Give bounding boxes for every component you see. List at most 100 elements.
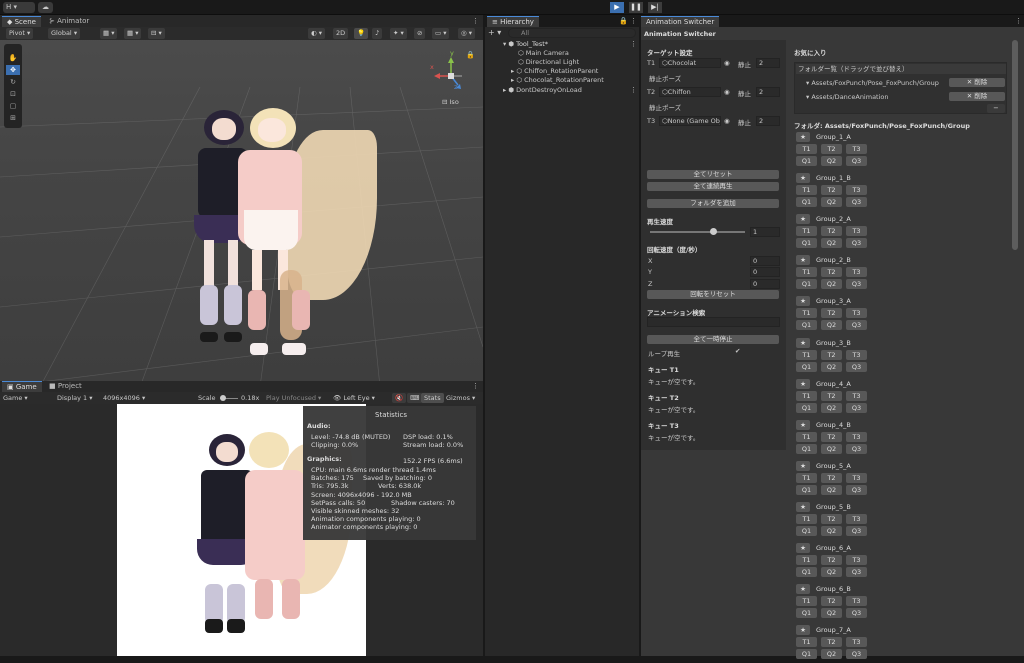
cloud-icon[interactable]: ☁: [38, 2, 53, 13]
pause-button[interactable]: ❚❚: [629, 2, 643, 13]
group-target-button[interactable]: T1: [796, 308, 817, 318]
ruler-button[interactable]: ⊟ ▾: [148, 28, 165, 39]
audio-icon[interactable]: ♪: [372, 28, 383, 39]
favorite-star-button[interactable]: ★: [796, 338, 810, 348]
animation-search-input[interactable]: [647, 317, 780, 327]
group-queue-button[interactable]: Q1: [796, 362, 817, 372]
favorite-star-button[interactable]: ★: [796, 296, 810, 306]
gizmos-dropdown[interactable]: Gizmos ▾: [446, 394, 475, 402]
group-target-button[interactable]: T2: [821, 555, 842, 565]
group-queue-button[interactable]: Q2: [821, 279, 842, 289]
t2-number-field[interactable]: 2: [756, 87, 780, 97]
group-queue-button[interactable]: Q3: [846, 444, 867, 454]
group-target-button[interactable]: T2: [821, 226, 842, 236]
camera-settings-icon[interactable]: ▭ ▾: [432, 28, 450, 39]
tab-project[interactable]: ■ Project: [44, 381, 87, 392]
group-queue-button[interactable]: Q3: [846, 608, 867, 618]
pivot-dropdown[interactable]: Pivot ▾: [6, 28, 34, 39]
group-queue-button[interactable]: Q2: [821, 649, 842, 659]
group-queue-button[interactable]: Q2: [821, 485, 842, 495]
group-target-button[interactable]: T2: [821, 144, 842, 154]
global-dropdown[interactable]: Global ▾: [48, 28, 81, 39]
group-target-button[interactable]: T3: [846, 185, 867, 195]
transform-tool-icon[interactable]: ⊞: [6, 113, 20, 123]
group-target-button[interactable]: T3: [846, 555, 867, 565]
group-queue-button[interactable]: Q2: [821, 403, 842, 413]
group-queue-button[interactable]: Q3: [846, 320, 867, 330]
scale-tool-icon[interactable]: ⊡: [6, 89, 20, 99]
group-queue-button[interactable]: Q1: [796, 156, 817, 166]
resolution-dropdown[interactable]: 4096x4096 ▾: [103, 394, 145, 402]
t1-number-field[interactable]: 2: [756, 58, 780, 68]
group-queue-button[interactable]: Q1: [796, 197, 817, 207]
favorite-star-button[interactable]: ★: [796, 625, 810, 635]
t3-object-field[interactable]: ⬡None (Game Obje: [659, 116, 721, 126]
speed-slider[interactable]: [650, 231, 745, 233]
hierarchy-item-chocolat[interactable]: ▸ ⬡ Chocolat_RotationParent: [511, 76, 604, 85]
favorite-delete-button[interactable]: ✕ 削除: [949, 92, 1005, 101]
t2-object-field[interactable]: ⬡Chiffon: [659, 87, 721, 97]
hidden-objects-icon[interactable]: ⊘: [414, 28, 426, 39]
group-target-button[interactable]: T3: [846, 514, 867, 524]
step-button[interactable]: ▶|: [648, 2, 662, 13]
hierarchy-root[interactable]: ▾ ⬢ Tool_Test*: [503, 40, 548, 49]
t1-target-icon[interactable]: ◉: [724, 59, 730, 67]
group-target-button[interactable]: T2: [821, 350, 842, 360]
favorite-star-button[interactable]: ★: [796, 132, 810, 142]
group-queue-button[interactable]: Q2: [821, 197, 842, 207]
display-dropdown[interactable]: Display 1 ▾: [57, 394, 93, 402]
rotation-reset-button[interactable]: 回転をリセット: [647, 290, 779, 299]
t2-target-icon[interactable]: ◉: [724, 88, 730, 96]
dontdestroy-more-icon[interactable]: ⋮: [630, 86, 637, 94]
group-target-button[interactable]: T2: [821, 596, 842, 606]
tab-animator[interactable]: ⊱ Animator: [44, 16, 94, 27]
reset-all-button[interactable]: 全てリセット: [647, 170, 779, 179]
group-target-button[interactable]: T3: [846, 226, 867, 236]
group-target-button[interactable]: T3: [846, 473, 867, 483]
hierarchy-search-input[interactable]: All: [508, 28, 636, 38]
t3-target-icon[interactable]: ◉: [724, 117, 730, 125]
grid-snap-button[interactable]: ▦ ▾: [100, 28, 118, 39]
hierarchy-dontdestroy[interactable]: ▸ ⬢ DontDestroyOnLoad: [503, 86, 582, 95]
tab-game[interactable]: ▣ Game: [2, 381, 42, 392]
group-target-button[interactable]: T1: [796, 391, 817, 401]
group-target-button[interactable]: T2: [821, 514, 842, 524]
account-button[interactable]: H ▾: [3, 2, 35, 13]
group-queue-button[interactable]: Q2: [821, 156, 842, 166]
gizmos-icon[interactable]: ◎ ▾: [458, 28, 476, 39]
hierarchy-item-light[interactable]: ⬡ Directional Light: [518, 58, 579, 67]
group-target-button[interactable]: T1: [796, 432, 817, 442]
group-queue-button[interactable]: Q1: [796, 649, 817, 659]
group-target-button[interactable]: T1: [796, 226, 817, 236]
group-target-button[interactable]: T1: [796, 596, 817, 606]
group-queue-button[interactable]: Q2: [821, 444, 842, 454]
play-button[interactable]: ▶: [610, 2, 624, 13]
favorite-star-button[interactable]: ★: [796, 461, 810, 471]
group-queue-button[interactable]: Q2: [821, 608, 842, 618]
tab-scene[interactable]: ◆ Scene: [2, 16, 41, 27]
group-target-button[interactable]: T3: [846, 637, 867, 647]
group-queue-button[interactable]: Q1: [796, 279, 817, 289]
group-queue-button[interactable]: Q3: [846, 567, 867, 577]
group-queue-button[interactable]: Q1: [796, 485, 817, 495]
mode-2d-button[interactable]: 2D: [333, 28, 349, 39]
group-queue-button[interactable]: Q2: [821, 320, 842, 330]
group-target-button[interactable]: T2: [821, 267, 842, 277]
play-mode-dropdown[interactable]: Play Unfocused ▾: [266, 394, 321, 402]
group-queue-button[interactable]: Q1: [796, 238, 817, 248]
group-queue-button[interactable]: Q2: [821, 526, 842, 536]
group-queue-button[interactable]: Q3: [846, 238, 867, 248]
favorite-star-button[interactable]: ★: [796, 255, 810, 265]
group-target-button[interactable]: T1: [796, 555, 817, 565]
group-queue-button[interactable]: Q2: [821, 238, 842, 248]
stats-button[interactable]: Stats: [421, 393, 444, 403]
group-queue-button[interactable]: Q1: [796, 526, 817, 536]
hierarchy-item-chiffon[interactable]: ▸ ⬡ Chiffon_RotationParent: [511, 67, 598, 76]
group-target-button[interactable]: T2: [821, 637, 842, 647]
group-queue-button[interactable]: Q3: [846, 485, 867, 495]
tab-hierarchy[interactable]: ≡ Hierarchy: [487, 16, 539, 27]
speed-input[interactable]: 1: [750, 227, 780, 237]
hand-tool-icon[interactable]: ✋: [6, 53, 20, 63]
group-target-button[interactable]: T2: [821, 308, 842, 318]
favorite-item[interactable]: ▾ Assets/FoxPunch/Pose_FoxPunch/Group: [806, 79, 939, 87]
